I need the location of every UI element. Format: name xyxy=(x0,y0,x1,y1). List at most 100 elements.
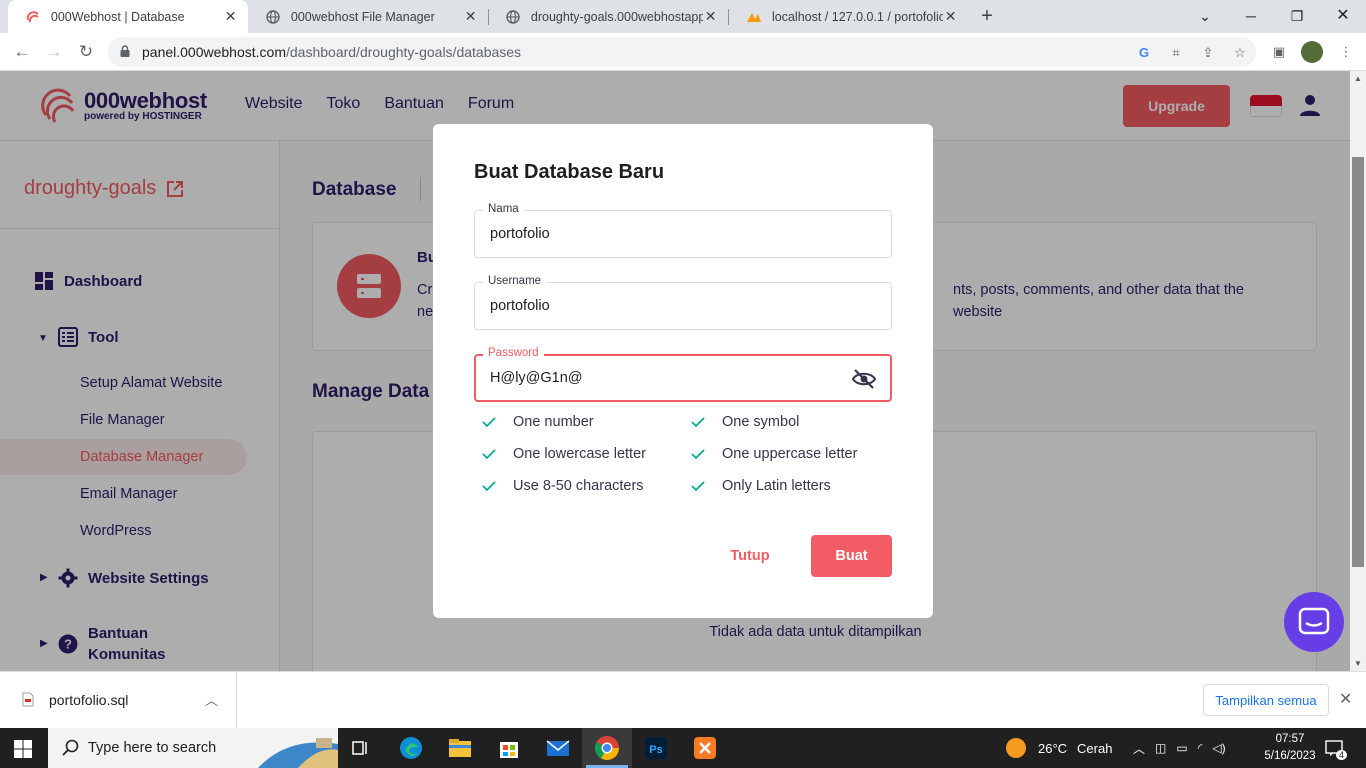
url-host: panel.000webhost.com xyxy=(142,44,286,60)
address-bar[interactable]: panel.000webhost.com/dashboard/droughty-… xyxy=(108,37,1256,67)
check-icon xyxy=(482,417,496,428)
taskbar-search-box[interactable]: Type here to search xyxy=(48,728,338,768)
tab-search-chevron-icon[interactable]: ⌄ xyxy=(1190,4,1220,28)
globe-icon xyxy=(506,9,521,25)
forward-arrow-icon[interactable]: → xyxy=(43,41,65,63)
google-icon[interactable]: G xyxy=(1136,45,1152,61)
requirement-item: One symbol xyxy=(690,414,799,430)
phpmyadmin-icon xyxy=(746,9,762,25)
page-scrollbar[interactable]: ▲ ▼ xyxy=(1350,71,1366,671)
close-button[interactable]: Tutup xyxy=(721,535,779,577)
webhost-favicon-icon xyxy=(26,9,41,25)
requirement-item: Use 8-50 characters xyxy=(481,478,644,494)
search-icon xyxy=(62,739,79,756)
svg-text:Ps: Ps xyxy=(649,744,662,756)
browser-tab-strip: 000Webhost | Database ✕ 000webhost File … xyxy=(0,0,1366,33)
requirement-item: One number xyxy=(481,414,594,430)
edge-browser-icon[interactable] xyxy=(397,734,425,762)
windows-start-icon[interactable] xyxy=(14,740,32,758)
requirement-item: One uppercase letter xyxy=(690,446,857,462)
download-item[interactable]: portofolio.sql ︿ xyxy=(0,672,237,729)
requirement-label: Only Latin letters xyxy=(722,478,831,494)
close-tab-icon[interactable]: ✕ xyxy=(223,8,238,25)
requirement-label: Use 8-50 characters xyxy=(513,478,644,494)
bookmark-star-icon[interactable]: ☆ xyxy=(1232,45,1248,61)
xampp-icon[interactable] xyxy=(691,734,719,762)
tab-phpmyadmin[interactable]: localhost / 127.0.0.1 / portofolio | ✕ xyxy=(728,0,968,33)
tab-database[interactable]: 000Webhost | Database ✕ xyxy=(8,0,248,33)
side-panel-icon[interactable]: ▣ xyxy=(1271,44,1287,60)
weather-temperature: 26°C xyxy=(1038,740,1068,756)
tab-title: 000Webhost | Database xyxy=(50,9,185,24)
reload-icon[interactable]: ↻ xyxy=(75,41,97,63)
check-icon xyxy=(482,449,496,460)
scrollbar-thumb[interactable] xyxy=(1352,157,1364,567)
show-all-downloads-button[interactable]: Tampilkan semua xyxy=(1203,684,1329,716)
modal-title: Buat Database Baru xyxy=(474,161,665,183)
page-viewport: 000webhost powered by HOSTINGER Website … xyxy=(0,71,1366,671)
battery-icon[interactable]: ▭ xyxy=(1176,741,1187,755)
requirement-label: One symbol xyxy=(722,414,800,430)
password-field-value: H@ly@G1n@ xyxy=(490,370,583,386)
system-clock[interactable]: 07:57 5/16/2023 xyxy=(1260,731,1320,765)
chrome-icon xyxy=(594,736,619,761)
meet-now-icon[interactable]: ◫ xyxy=(1155,741,1166,755)
check-icon xyxy=(482,481,496,492)
requirement-item: One lowercase letter xyxy=(481,446,646,462)
clock-time: 07:57 xyxy=(1275,733,1305,745)
requirement-label: One lowercase letter xyxy=(513,446,646,462)
scroll-down-arrow-icon[interactable]: ▼ xyxy=(1354,659,1362,668)
chevron-up-icon[interactable]: ︿ xyxy=(205,690,218,709)
mail-icon[interactable] xyxy=(544,734,572,762)
close-tab-icon[interactable]: ✕ xyxy=(943,8,958,25)
weather-widget[interactable]: 26°C Cerah xyxy=(1006,728,1112,768)
lock-icon xyxy=(120,45,130,57)
tab-title: droughty-goals.000webhostapp.c xyxy=(530,9,704,24)
download-filename: portofolio.sql xyxy=(49,692,129,708)
system-tray: ︿ ◫ ▭ ◜ ◁) xyxy=(1133,728,1226,768)
notification-count: 4 xyxy=(1336,750,1348,760)
close-window-icon[interactable]: ✕ xyxy=(1328,4,1358,28)
file-icon xyxy=(22,692,34,707)
username-field[interactable]: Username portofolio xyxy=(474,275,892,330)
name-field-label: Nama xyxy=(483,203,524,215)
kebab-menu-icon[interactable]: ⋮ xyxy=(1338,44,1354,60)
url-text: panel.000webhost.com/dashboard/droughty-… xyxy=(142,44,521,60)
tab-droughty-goals[interactable]: droughty-goals.000webhostapp.c ✕ xyxy=(488,0,728,33)
requirement-label: One number xyxy=(513,414,594,430)
sun-icon xyxy=(1006,738,1026,758)
notifications-button[interactable]: 4 xyxy=(1324,728,1348,768)
tab-file-manager[interactable]: 000webhost File Manager ✕ xyxy=(248,0,488,33)
globe-icon xyxy=(266,9,281,25)
chrome-taskbar-button[interactable] xyxy=(582,728,632,768)
microsoft-store-icon[interactable] xyxy=(495,734,523,762)
back-arrow-icon[interactable]: ← xyxy=(11,41,33,63)
username-field-label: Username xyxy=(483,275,547,287)
volume-icon[interactable]: ◁) xyxy=(1212,741,1225,755)
translate-icon[interactable]: ⌗ xyxy=(1168,45,1184,61)
tab-title: localhost / 127.0.0.1 / portofolio | xyxy=(772,9,944,24)
new-tab-icon[interactable]: + xyxy=(976,6,998,28)
chat-launcher-button[interactable] xyxy=(1284,592,1344,652)
close-tab-icon[interactable]: ✕ xyxy=(703,8,718,25)
eye-off-icon[interactable] xyxy=(852,367,876,391)
close-tab-icon[interactable]: ✕ xyxy=(463,8,478,25)
name-field[interactable]: Nama portofolio xyxy=(474,203,892,258)
maximize-icon[interactable]: ❐ xyxy=(1282,4,1312,28)
check-icon xyxy=(691,481,705,492)
share-icon[interactable]: ⇪ xyxy=(1200,45,1216,61)
wifi-icon[interactable]: ◜ xyxy=(1198,741,1203,755)
chat-icon xyxy=(1298,607,1330,635)
password-field[interactable]: Password H@ly@G1n@ xyxy=(474,347,892,402)
file-explorer-icon[interactable] xyxy=(446,734,474,762)
clock-date: 5/16/2023 xyxy=(1264,750,1316,762)
create-button[interactable]: Buat xyxy=(811,535,892,577)
scroll-up-arrow-icon[interactable]: ▲ xyxy=(1354,74,1362,83)
task-view-icon[interactable] xyxy=(346,734,374,762)
photoshop-icon[interactable]: Ps xyxy=(642,734,670,762)
minimize-icon[interactable]: ─ xyxy=(1236,4,1266,28)
search-placeholder: Type here to search xyxy=(88,740,217,756)
chevron-up-icon[interactable]: ︿ xyxy=(1133,740,1145,757)
profile-avatar[interactable] xyxy=(1301,41,1323,63)
close-download-bar-icon[interactable]: ✕ xyxy=(1339,689,1352,709)
